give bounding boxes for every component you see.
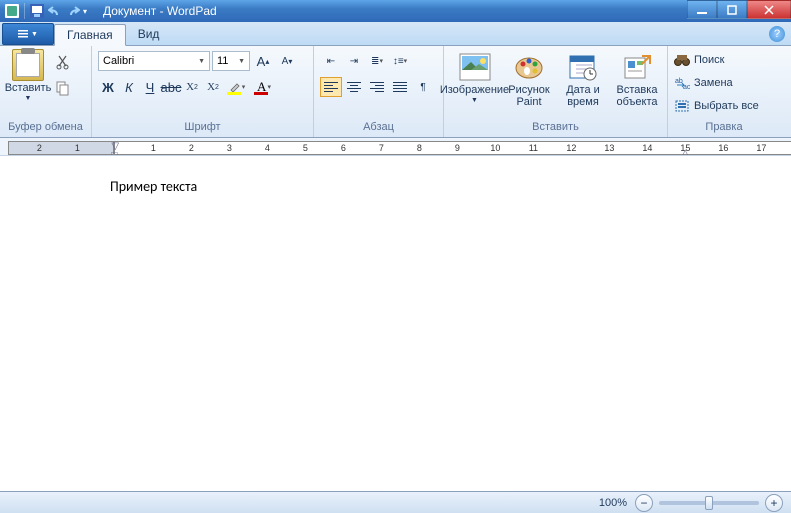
highlight-color-button[interactable]: ▾ (224, 77, 250, 97)
font-name-combo[interactable]: Calibri ▼ (98, 51, 210, 71)
find-label: Поиск (694, 54, 724, 66)
zoom-slider[interactable] (659, 501, 759, 505)
insert-object-label: Вставка объекта (616, 84, 657, 108)
group-paragraph: ⇤ ⇥ ≣▾ ↕≡▾ ¶ Абзац (314, 46, 444, 137)
save-icon[interactable] (29, 3, 45, 19)
group-label-paragraph: Абзац (314, 121, 443, 137)
align-right-button[interactable] (366, 77, 388, 97)
help-button[interactable]: ? (769, 26, 785, 42)
select-all-button[interactable]: Выбрать все (674, 96, 759, 116)
copy-button[interactable] (54, 79, 72, 97)
zoom-out-button[interactable]: − (635, 494, 653, 512)
replace-icon: abac (674, 75, 690, 91)
align-justify-button[interactable] (389, 77, 411, 97)
cut-button[interactable] (54, 53, 72, 71)
chevron-down-icon: ▼ (198, 58, 205, 65)
chevron-down-icon: ▼ (238, 58, 245, 65)
redo-icon[interactable] (65, 3, 81, 19)
underline-button[interactable]: Ч (140, 77, 160, 97)
insert-paint-label: Рисунок Paint (508, 84, 550, 108)
calendar-icon (567, 51, 599, 83)
file-menu-button[interactable]: ▼ (2, 23, 54, 45)
binoculars-icon (674, 52, 690, 68)
ribbon: Вставить ▼ Буфер обмена Calibri ▼ (0, 46, 791, 138)
chevron-down-icon: ▼ (25, 95, 32, 102)
strikethrough-button[interactable]: abc (161, 77, 181, 97)
increase-indent-button[interactable]: ⇥ (343, 51, 365, 71)
app-icon[interactable] (4, 3, 20, 19)
insert-image-label: Изображение (440, 84, 509, 96)
replace-button[interactable]: abac Замена (674, 73, 733, 93)
group-label-font: Шрифт (92, 121, 313, 137)
zoom-slider-thumb[interactable] (705, 496, 713, 510)
font-color-button[interactable]: A▾ (251, 77, 277, 97)
superscript-button[interactable]: X2 (203, 77, 223, 97)
paint-icon (513, 51, 545, 83)
select-all-icon (674, 98, 690, 114)
window-controls (687, 0, 791, 19)
svg-text:ab: ab (675, 78, 683, 85)
group-clipboard: Вставить ▼ Буфер обмена (0, 46, 92, 137)
object-icon (621, 51, 653, 83)
clipboard-icon (12, 49, 44, 81)
font-name-value: Calibri (103, 55, 134, 67)
paste-label: Вставить (5, 82, 52, 94)
select-all-label: Выбрать все (694, 100, 759, 112)
font-size-combo[interactable]: 11 ▼ (212, 51, 250, 71)
ruler[interactable]: 211234567891011121314151617▽□△ (0, 138, 791, 156)
window-title: Документ - WordPad (103, 4, 217, 18)
font-size-value: 11 (217, 55, 228, 67)
group-font: Calibri ▼ 11 ▼ A▴ A▾ Ж К Ч abc X2 X2 (92, 46, 314, 137)
bold-button[interactable]: Ж (98, 77, 118, 97)
tab-view[interactable]: Вид (126, 23, 172, 45)
line-spacing-button[interactable]: ↕≡▾ (389, 51, 411, 71)
subscript-button[interactable]: X2 (182, 77, 202, 97)
decrease-indent-button[interactable]: ⇤ (320, 51, 342, 71)
group-editing: Поиск abac Замена Выбрать все Правка (668, 46, 780, 137)
document-area[interactable]: Пример текста (0, 156, 791, 491)
insert-paint-button[interactable]: Рисунок Paint (503, 49, 555, 108)
group-label-editing: Правка (668, 121, 780, 137)
maximize-button[interactable] (717, 0, 747, 19)
insert-object-button[interactable]: Вставка объекта (611, 49, 663, 108)
zoom-in-button[interactable]: + (765, 494, 783, 512)
chevron-down-icon: ▼ (471, 97, 478, 104)
italic-button[interactable]: К (119, 77, 139, 97)
shrink-font-button[interactable]: A▾ (276, 51, 298, 71)
replace-label: Замена (694, 77, 733, 89)
document-text: Пример текста (110, 178, 197, 195)
paste-button[interactable]: Вставить ▼ (6, 49, 50, 102)
group-label-clipboard: Буфер обмена (0, 121, 91, 137)
group-insert: Изображение ▼ Рисунок Paint Дата и время (444, 46, 668, 137)
bullets-button[interactable]: ≣▾ (366, 51, 388, 71)
grow-font-button[interactable]: A▴ (252, 51, 274, 71)
qat-dropdown-icon[interactable]: ▾ (83, 7, 93, 16)
chevron-down-icon: ▼ (31, 31, 38, 38)
insert-datetime-label: Дата и время (566, 84, 600, 108)
close-button[interactable] (747, 0, 791, 19)
insert-image-button[interactable]: Изображение ▼ (448, 49, 501, 104)
group-label-insert: Вставить (444, 121, 667, 137)
paragraph-dialog-button[interactable]: ¶ (412, 77, 434, 97)
ribbon-tabs: ▼ Главная Вид ? (0, 22, 791, 46)
title-bar: ▾ Документ - WordPad (0, 0, 791, 22)
zoom-level: 100% (599, 497, 627, 509)
insert-datetime-button[interactable]: Дата и время (557, 49, 609, 108)
picture-icon (459, 51, 491, 83)
tab-main[interactable]: Главная (54, 24, 126, 46)
svg-text:ac: ac (683, 84, 690, 90)
undo-icon[interactable] (47, 3, 63, 19)
status-bar: 100% − + (0, 491, 791, 513)
align-center-button[interactable] (343, 77, 365, 97)
quick-access-toolbar: ▾ (0, 3, 97, 19)
find-button[interactable]: Поиск (674, 50, 724, 70)
align-left-button[interactable] (320, 77, 342, 97)
minimize-button[interactable] (687, 0, 717, 19)
